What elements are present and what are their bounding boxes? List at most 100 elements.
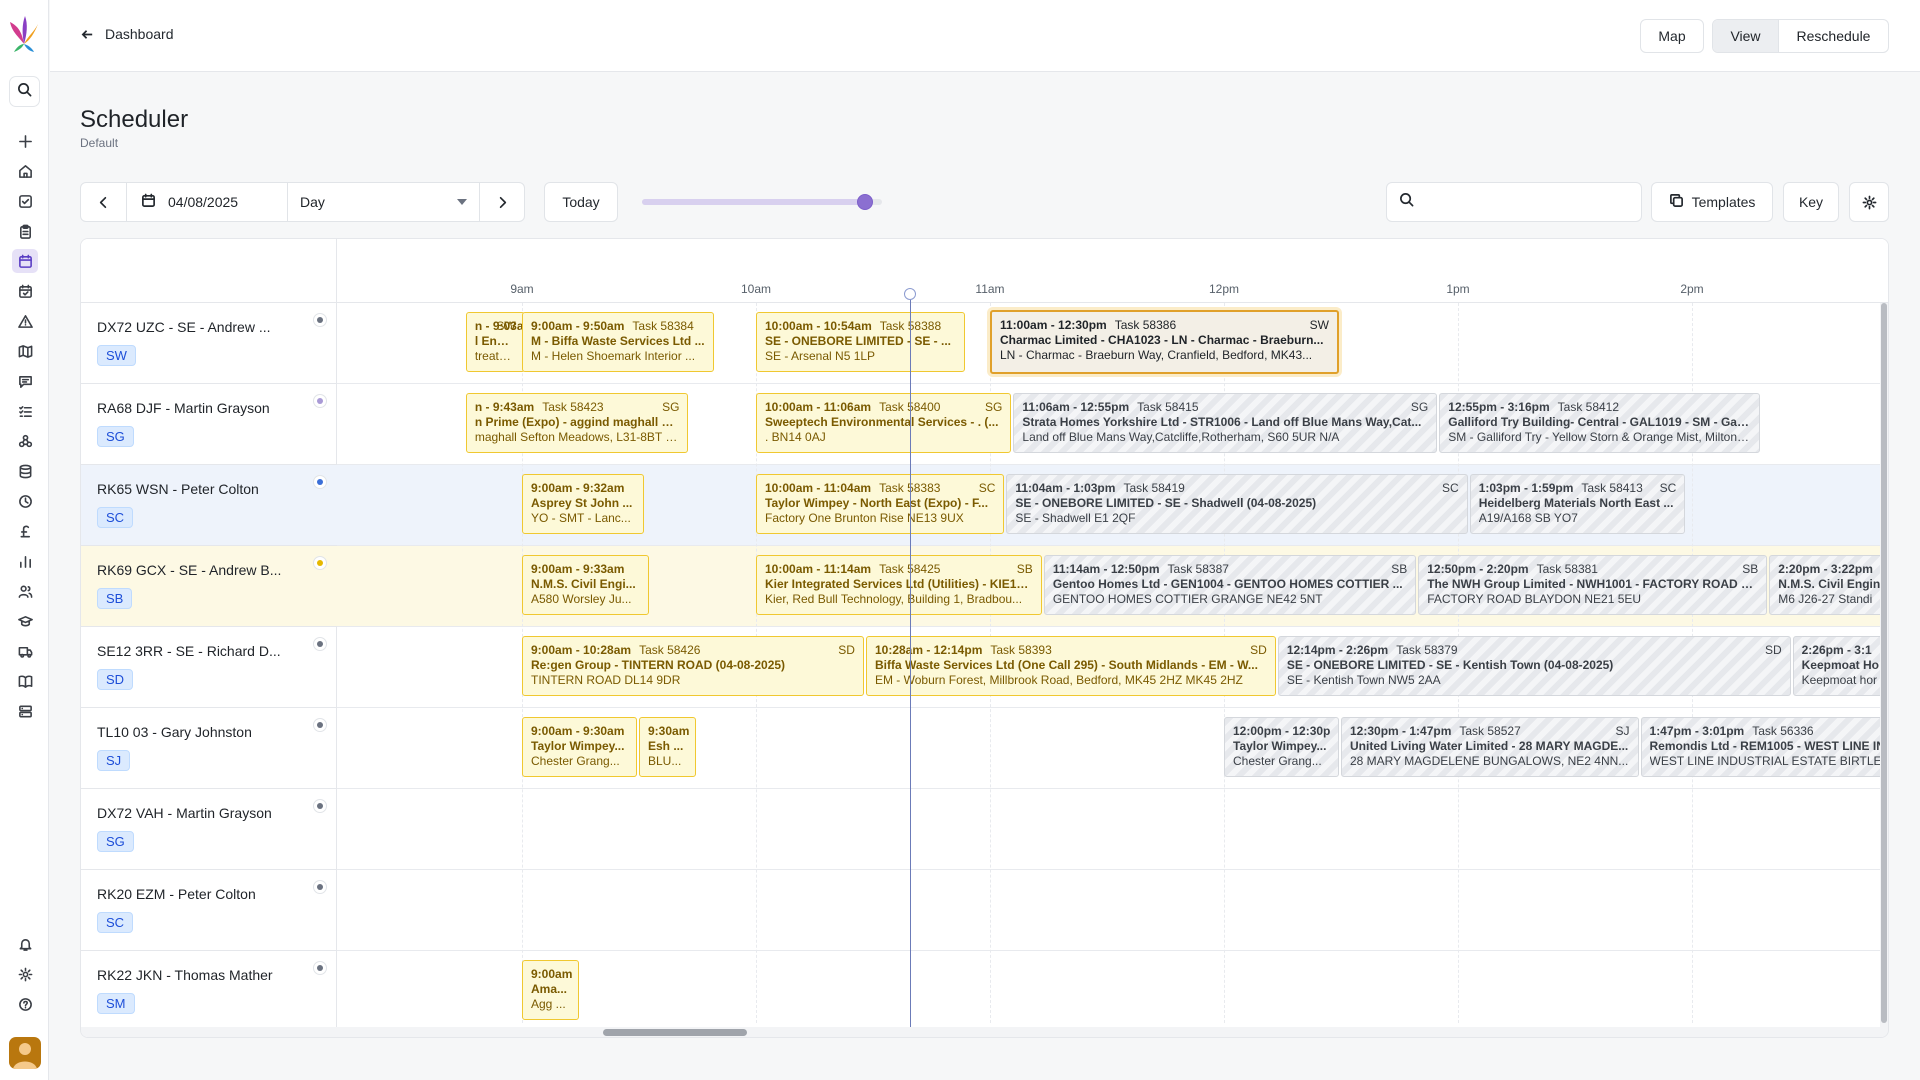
task-card[interactable]: 2:20pm - 3:22pm N.M.S. Civil Engin M6 J26-… [1769,555,1888,615]
task-card[interactable]: 11:14am - 12:50pm Task 58387 SB Gentoo Home… [1043,555,1417,615]
date-picker[interactable]: 04/08/2025 [127,183,288,221]
task-card[interactable]: 9:00am - 9:32am Asprey St John ... YO - SM… [522,474,645,534]
checklist-icon [18,405,32,417]
sidebar-settings[interactable] [12,962,38,986]
sidebar-reports[interactable] [12,549,38,573]
today-button[interactable]: Today [544,182,618,222]
sidebar-clipboard[interactable] [12,219,38,243]
resource-row[interactable]: RK69 GCX - SE - Andrew B... SB [81,546,337,627]
sidebar-finance[interactable] [12,519,38,543]
task-card[interactable]: 9:00am - 10:28am Task 58426 SD Re:gen Group… [522,636,864,696]
resource-status-indicator[interactable] [313,394,327,408]
horizontal-scrollbar[interactable] [81,1027,1888,1037]
next-day-button[interactable] [480,183,524,221]
task-card[interactable]: n - 9:43am Task 58423 SG n Prime (Expo) - a… [465,393,689,453]
timeline-row[interactable] [337,870,1888,951]
resource-status-indicator[interactable] [313,637,327,651]
view-mode-select[interactable]: Day [288,183,480,221]
users-icon [18,585,32,598]
task-card[interactable]: 9:00am - 9:33am N.M.S. Civil Engi... A580 … [522,555,649,615]
key-button[interactable]: Key [1783,182,1839,222]
resource-status-indicator[interactable] [313,556,327,570]
sidebar-scheduler[interactable] [12,249,38,273]
resource-status-indicator[interactable] [313,880,327,894]
task-card[interactable]: 1:47pm - 3:01pm Task 56336 Remondis Ltd - … [1640,717,1888,777]
search-input[interactable] [1422,194,1622,210]
task-card[interactable]: 1:03pm - 1:59pm Task 58413 SC Heidelberg Ma… [1469,474,1686,534]
sidebar-users[interactable] [12,579,38,603]
resource-row[interactable]: SE12 3RR - SE - Richard D... SD [81,627,337,708]
task-card[interactable]: 9:30am Esh ... BLU... [639,717,696,777]
sidebar-history[interactable] [12,489,38,513]
sidebar-home[interactable] [12,159,38,183]
sidebar-network[interactable] [12,429,38,453]
task-card[interactable]: 11:00am - 12:30pm Task 58386 SW Charmac Lim… [990,310,1339,374]
task-address: Chester Grang... [1233,754,1322,768]
map-button[interactable]: Map [1640,19,1704,53]
sidebar-vehicles[interactable] [12,639,38,663]
resource-row[interactable]: DX72 VAH - Martin Grayson SG [81,789,337,870]
sidebar-messages[interactable] [12,369,38,393]
sidebar-alerts[interactable] [12,309,38,333]
status-dot [317,317,323,323]
task-card[interactable]: 9:00am - 9:50am Task 58384 M - Biffa Waste… [522,312,715,372]
sidebar-docs[interactable] [12,669,38,693]
back-to-dashboard-link[interactable]: Dashboard [80,26,174,42]
sidebar-search-button[interactable] [9,76,40,107]
horizontal-scrollbar-thumb[interactable] [603,1029,747,1036]
previous-day-button[interactable] [81,183,127,221]
sidebar-help[interactable] [12,992,38,1016]
sidebar-list[interactable] [12,399,38,423]
resource-row[interactable]: RK22 JKN - Thomas Mather SM [81,951,337,1032]
resource-row[interactable]: RA68 DJF - Martin Grayson SG [81,384,337,465]
vertical-scrollbar[interactable] [1880,303,1888,1029]
task-card[interactable]: 11:06am - 12:55pm Task 58415 SG Strata Home… [1013,393,1438,453]
zoom-slider-handle[interactable] [857,194,874,210]
vertical-scrollbar-thumb[interactable] [1881,303,1887,1023]
view-button[interactable]: View [1713,20,1779,52]
resource-row[interactable]: DX72 UZC - SE - Andrew ... SW [81,303,337,384]
task-card[interactable]: 12:55pm - 3:16pm Task 58412 Galliford Try … [1439,393,1761,453]
sidebar-calendar-check[interactable] [12,279,38,303]
resource-status-indicator[interactable] [313,313,327,327]
resource-status-indicator[interactable] [313,718,327,732]
zoom-slider[interactable] [642,194,882,210]
task-card[interactable]: 10:00am - 10:54am Task 58388 SE - ONEBORE … [756,312,965,372]
task-card[interactable]: 10:00am - 11:06am Task 58400 SG Sweeptech E… [756,393,1012,453]
task-card[interactable]: 10:28am - 12:14pm Task 58393 SD Biffa Waste… [865,636,1276,696]
task-card[interactable]: 9:00am - 9:30am Taylor Wimpey... Chester G… [522,717,637,777]
app-logo[interactable] [8,14,40,56]
resource-status-indicator[interactable] [313,799,327,813]
resource-status-indicator[interactable] [313,961,327,975]
task-card[interactable]: 2:26pm - 3:1 Keepmoat Ho Keepmoat hor [1792,636,1888,696]
sidebar-add[interactable] [12,129,38,153]
task-card[interactable]: 12:00pm - 12:30p Taylor Wimpey... Chester … [1224,717,1339,777]
task-card[interactable]: 12:50pm - 2:20pm Task 58381 SB The NWH Grou… [1418,555,1768,615]
task-time: 2:20pm - 3:22pm [1778,562,1873,576]
reschedule-button[interactable]: Reschedule [1779,20,1888,52]
sidebar-map[interactable] [12,339,38,363]
resource-status-indicator[interactable] [313,475,327,489]
scheduler-settings-button[interactable] [1849,182,1889,222]
hour-label: 9am [510,282,534,296]
task-card[interactable]: 12:14pm - 2:26pm Task 58379 SD SE - ONEBORE… [1277,636,1791,696]
resource-name: RK20 EZM - Peter Colton [97,886,256,902]
network-icon [18,434,32,447]
task-card[interactable]: n - 9:03amTask 58385SWl Engineering & Ut… [465,312,525,372]
task-card[interactable]: 9:00am Ama... Agg ... [522,960,579,1020]
task-card[interactable]: 10:00am - 11:04am Task 58383 SC Taylor Wimp… [756,474,1005,534]
sidebar-notifications[interactable] [12,932,38,956]
templates-button[interactable]: Templates [1651,182,1773,222]
sidebar-database[interactable] [12,459,38,483]
resource-row[interactable]: RK20 EZM - Peter Colton SC [81,870,337,951]
user-avatar[interactable] [9,1037,41,1069]
sidebar-tasks[interactable] [12,189,38,213]
sidebar-servers[interactable] [12,699,38,723]
timeline-row[interactable] [337,789,1888,870]
sidebar-training[interactable] [12,609,38,633]
task-card[interactable]: 11:04am - 1:03pm Task 58419 SC SE - ONEBORE… [1006,474,1468,534]
task-card[interactable]: 12:30pm - 1:47pm Task 58527 SJ United Livin… [1341,717,1639,777]
resource-row[interactable]: RK65 WSN - Peter Colton SC [81,465,337,546]
task-card[interactable]: 10:00am - 11:14am Task 58425 SB Kier Integr… [756,555,1042,615]
resource-row[interactable]: TL10 03 - Gary Johnston SJ [81,708,337,789]
